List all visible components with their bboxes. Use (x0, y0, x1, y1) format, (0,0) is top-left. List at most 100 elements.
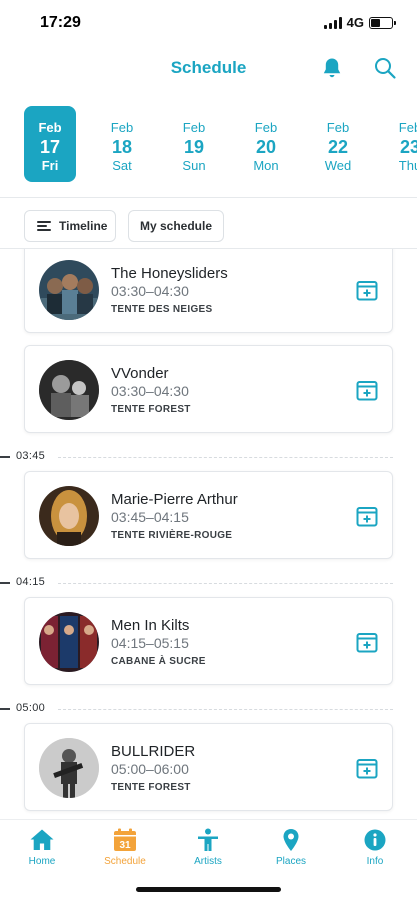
schedule-list[interactable]: The Honeysliders 03:30–04:30 TENTE DES N… (0, 249, 417, 819)
artist-photo (39, 260, 99, 320)
event-card[interactable]: The Honeysliders 03:30–04:30 TENTE DES N… (24, 249, 393, 333)
date-weekday: Sat (112, 158, 132, 173)
info-icon (364, 829, 386, 851)
event-place: TENTE RIVIÈRE-ROUGE (111, 530, 233, 541)
time-marker-label: 04:15 (16, 576, 46, 588)
event-place: CABANE À SUCRE (111, 656, 206, 667)
date-item-feb-23[interactable]: Feb 23 Thu (384, 106, 417, 182)
date-item-feb-20[interactable]: Feb 20 Mon (240, 106, 292, 182)
tab-artists[interactable]: Artists (173, 828, 243, 867)
filter-bar: Timeline My schedule (0, 208, 417, 244)
artist-photo (39, 360, 99, 420)
time-marker-line (58, 709, 393, 710)
artist-photo (39, 612, 99, 672)
tab-places[interactable]: Places (256, 828, 326, 867)
date-month: Feb (254, 120, 278, 135)
my-schedule-label: My schedule (139, 219, 213, 233)
tab-label: Places (275, 856, 306, 867)
time-marker-line (58, 583, 393, 584)
time-marker-tick (0, 456, 10, 458)
artist-name: Marie-Pierre Arthur (111, 491, 238, 508)
header: Schedule (0, 50, 417, 88)
date-weekday: Wed (324, 158, 352, 173)
date-weekday: Sun (182, 158, 206, 173)
date-day: 19 (183, 137, 205, 157)
map-pin-icon (283, 829, 299, 851)
date-day: 17 (39, 137, 61, 157)
tab-label: Home (28, 856, 56, 867)
date-month: Feb (38, 120, 62, 135)
person-icon (198, 828, 218, 851)
divider (0, 197, 417, 198)
tab-home[interactable]: Home (7, 828, 77, 867)
time-marker: 03:45 (0, 450, 417, 464)
artist-name: The Honeysliders (111, 265, 228, 282)
time-marker: 04:15 (0, 576, 417, 590)
time-marker-line (58, 457, 393, 458)
network-type: 4G (346, 15, 364, 30)
time-marker-tick (0, 708, 10, 710)
add-to-calendar-icon[interactable] (355, 278, 379, 302)
event-time: 03:30–04:30 (111, 283, 189, 299)
artist-photo (39, 486, 99, 546)
artist-name: VVonder (111, 365, 169, 382)
status-time: 17:29 (40, 14, 81, 31)
search-icon[interactable] (373, 56, 397, 80)
date-item-feb-19[interactable]: Feb 19 Sun (168, 106, 220, 182)
status-bar: 17:29 4G (0, 0, 417, 44)
home-icon (30, 829, 54, 850)
date-day: 23 (399, 137, 417, 157)
time-marker-label: 03:45 (16, 450, 46, 462)
add-to-calendar-icon[interactable] (355, 756, 379, 780)
date-item-feb-17[interactable]: Feb 17 Fri (24, 106, 76, 182)
tab-label: Info (366, 856, 384, 867)
battery-icon (369, 16, 396, 29)
status-indicators: 4G (323, 15, 396, 30)
signal-icon (323, 16, 342, 29)
event-time: 04:15–05:15 (111, 635, 189, 651)
add-to-calendar-icon[interactable] (355, 630, 379, 654)
home-indicator (136, 887, 281, 892)
date-day: 22 (327, 137, 349, 157)
artist-name: Men In Kilts (111, 617, 190, 634)
artist-name: BULLRIDER (111, 743, 196, 760)
date-weekday: Thu (398, 158, 417, 173)
calendar-badge: 31 (119, 840, 131, 851)
date-month: Feb (182, 120, 206, 135)
event-card[interactable]: Marie-Pierre Arthur 03:45–04:15 TENTE RI… (24, 471, 393, 559)
timeline-button[interactable]: Timeline (24, 210, 116, 242)
event-card[interactable]: Men In Kilts 04:15–05:15 CABANE À SUCRE (24, 597, 393, 685)
bell-icon[interactable] (320, 56, 344, 80)
date-weekday: Mon (253, 158, 279, 173)
time-marker: 05:00 (0, 702, 417, 716)
timeline-icon (37, 221, 51, 231)
date-day: 20 (255, 137, 277, 157)
add-to-calendar-icon[interactable] (355, 378, 379, 402)
event-time: 05:00–06:00 (111, 761, 189, 777)
date-item-feb-18[interactable]: Feb 18 Sat (96, 106, 148, 182)
tab-schedule[interactable]: 31 Schedule (90, 828, 160, 867)
page-title: Schedule (170, 58, 247, 77)
event-place: TENTE FOREST (111, 404, 191, 415)
tab-info[interactable]: Info (340, 828, 410, 867)
date-month: Feb (398, 120, 417, 135)
time-marker-tick (0, 582, 10, 584)
event-card[interactable]: VVonder 03:30–04:30 TENTE FOREST (24, 345, 393, 433)
event-place: TENTE FOREST (111, 782, 191, 793)
calendar-icon: 31 (114, 828, 136, 851)
event-card[interactable]: BULLRIDER 05:00–06:00 TENTE FOREST (24, 723, 393, 811)
add-to-calendar-icon[interactable] (355, 504, 379, 528)
event-time: 03:30–04:30 (111, 383, 189, 399)
artist-photo (39, 738, 99, 798)
date-strip: Feb 17 Fri Feb 18 Sat Feb 19 Sun Feb 20 … (0, 104, 417, 186)
tab-label: Schedule (104, 856, 146, 867)
timeline-label: Timeline (59, 219, 108, 233)
time-marker-label: 05:00 (16, 702, 46, 714)
event-place: TENTE DES NEIGES (111, 304, 213, 315)
event-time: 03:45–04:15 (111, 509, 189, 525)
my-schedule-button[interactable]: My schedule (128, 210, 224, 242)
tab-label: Artists (194, 856, 222, 867)
date-item-feb-22[interactable]: Feb 22 Wed (312, 106, 364, 182)
date-month: Feb (326, 120, 350, 135)
date-month: Feb (110, 120, 134, 135)
